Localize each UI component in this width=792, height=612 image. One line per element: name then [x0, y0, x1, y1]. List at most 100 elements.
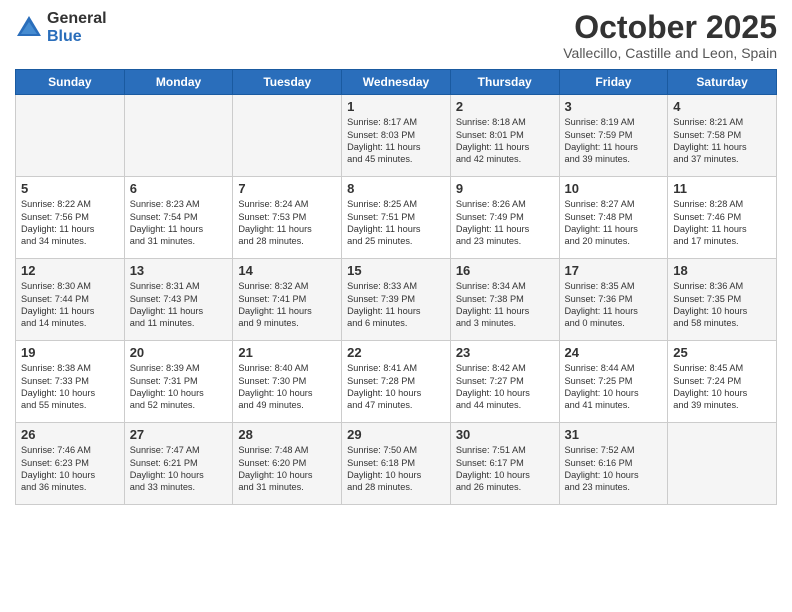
calendar-cell: [124, 95, 233, 177]
day-number: 20: [130, 345, 228, 360]
day-number: 31: [565, 427, 663, 442]
day-header-friday: Friday: [559, 70, 668, 95]
cell-info: Sunrise: 8:39 AM Sunset: 7:31 PM Dayligh…: [130, 362, 228, 412]
cell-info: Sunrise: 7:47 AM Sunset: 6:21 PM Dayligh…: [130, 444, 228, 494]
day-number: 15: [347, 263, 445, 278]
cell-info: Sunrise: 8:42 AM Sunset: 7:27 PM Dayligh…: [456, 362, 554, 412]
day-number: 3: [565, 99, 663, 114]
calendar-cell: 25 Sunrise: 8:45 AM Sunset: 7:24 PM Dayli…: [668, 341, 777, 423]
calendar-cell: 3 Sunrise: 8:19 AM Sunset: 7:59 PM Daylig…: [559, 95, 668, 177]
calendar-cell: 12 Sunrise: 8:30 AM Sunset: 7:44 PM Dayli…: [16, 259, 125, 341]
calendar-cell: 10Sunrise: 8:27 AM Sunset: 7:48 PM Dayli…: [559, 177, 668, 259]
calendar-cell: 7 Sunrise: 8:24 AM Sunset: 7:53 PM Daylig…: [233, 177, 342, 259]
calendar-cell: 21Sunrise: 8:40 AM Sunset: 7:30 PM Dayli…: [233, 341, 342, 423]
cell-info: Sunrise: 8:23 AM Sunset: 7:54 PM Dayligh…: [130, 198, 228, 248]
day-number: 16: [456, 263, 554, 278]
cell-info: Sunrise: 8:19 AM Sunset: 7:59 PM Dayligh…: [565, 116, 663, 166]
week-row-3: 19 Sunrise: 8:38 AM Sunset: 7:33 PM Dayli…: [16, 341, 777, 423]
calendar-cell: 29 Sunrise: 7:50 AM Sunset: 6:18 PM Dayli…: [342, 423, 451, 505]
calendar-cell: 16 Sunrise: 8:34 AM Sunset: 7:38 PM Dayli…: [450, 259, 559, 341]
cell-info: Sunrise: 8:32 AM Sunset: 7:41 PM Dayligh…: [238, 280, 336, 330]
page: General Blue October 2025 Vallecillo, Ca…: [0, 0, 792, 612]
day-number: 6: [130, 181, 228, 196]
day-number: 29: [347, 427, 445, 442]
day-number: 28: [238, 427, 336, 442]
cell-info: Sunrise: 7:50 AM Sunset: 6:18 PM Dayligh…: [347, 444, 445, 494]
cell-info: Sunrise: 8:31 AM Sunset: 7:43 PM Dayligh…: [130, 280, 228, 330]
calendar-cell: 23Sunrise: 8:42 AM Sunset: 7:27 PM Dayli…: [450, 341, 559, 423]
header-row: SundayMondayTuesdayWednesdayThursdayFrid…: [16, 70, 777, 95]
logo-general: General: [47, 10, 107, 28]
day-number: 22: [347, 345, 445, 360]
day-number: 13: [130, 263, 228, 278]
calendar-cell: 11 Sunrise: 8:28 AM Sunset: 7:46 PM Dayli…: [668, 177, 777, 259]
day-number: 4: [673, 99, 771, 114]
calendar-cell: 24 Sunrise: 8:44 AM Sunset: 7:25 PM Dayli…: [559, 341, 668, 423]
title-block: October 2025 Vallecillo, Castille and Le…: [563, 10, 777, 61]
cell-info: Sunrise: 7:52 AM Sunset: 6:16 PM Dayligh…: [565, 444, 663, 494]
cell-info: Sunrise: 8:30 AM Sunset: 7:44 PM Dayligh…: [21, 280, 119, 330]
cell-info: Sunrise: 8:22 AM Sunset: 7:56 PM Dayligh…: [21, 198, 119, 248]
day-header-thursday: Thursday: [450, 70, 559, 95]
cell-info: Sunrise: 7:48 AM Sunset: 6:20 PM Dayligh…: [238, 444, 336, 494]
day-number: 2: [456, 99, 554, 114]
cell-info: Sunrise: 7:51 AM Sunset: 6:17 PM Dayligh…: [456, 444, 554, 494]
calendar-cell: [668, 423, 777, 505]
week-row-0: 1 Sunrise: 8:17 AM Sunset: 8:03 PM Daylig…: [16, 95, 777, 177]
day-number: 8: [347, 181, 445, 196]
day-number: 19: [21, 345, 119, 360]
calendar-cell: 15Sunrise: 8:33 AM Sunset: 7:39 PM Dayli…: [342, 259, 451, 341]
calendar-cell: 17 Sunrise: 8:35 AM Sunset: 7:36 PM Dayli…: [559, 259, 668, 341]
cell-info: Sunrise: 8:34 AM Sunset: 7:38 PM Dayligh…: [456, 280, 554, 330]
day-number: 11: [673, 181, 771, 196]
day-number: 7: [238, 181, 336, 196]
day-number: 1: [347, 99, 445, 114]
cell-info: Sunrise: 8:35 AM Sunset: 7:36 PM Dayligh…: [565, 280, 663, 330]
logo-text: General Blue: [47, 10, 107, 45]
week-row-4: 26Sunrise: 7:46 AM Sunset: 6:23 PM Dayli…: [16, 423, 777, 505]
day-number: 17: [565, 263, 663, 278]
day-number: 25: [673, 345, 771, 360]
calendar-cell: 9Sunrise: 8:26 AM Sunset: 7:49 PM Daylig…: [450, 177, 559, 259]
calendar-cell: 6 Sunrise: 8:23 AM Sunset: 7:54 PM Daylig…: [124, 177, 233, 259]
calendar-cell: 4Sunrise: 8:21 AM Sunset: 7:58 PM Daylig…: [668, 95, 777, 177]
cell-info: Sunrise: 8:28 AM Sunset: 7:46 PM Dayligh…: [673, 198, 771, 248]
day-header-tuesday: Tuesday: [233, 70, 342, 95]
cell-info: Sunrise: 8:24 AM Sunset: 7:53 PM Dayligh…: [238, 198, 336, 248]
day-header-wednesday: Wednesday: [342, 70, 451, 95]
calendar-cell: 28 Sunrise: 7:48 AM Sunset: 6:20 PM Dayli…: [233, 423, 342, 505]
cell-info: Sunrise: 8:26 AM Sunset: 7:49 PM Dayligh…: [456, 198, 554, 248]
calendar-cell: 30 Sunrise: 7:51 AM Sunset: 6:17 PM Dayli…: [450, 423, 559, 505]
cell-info: Sunrise: 8:41 AM Sunset: 7:28 PM Dayligh…: [347, 362, 445, 412]
calendar-cell: 18Sunrise: 8:36 AM Sunset: 7:35 PM Dayli…: [668, 259, 777, 341]
month-title: October 2025: [563, 10, 777, 45]
day-number: 30: [456, 427, 554, 442]
cell-info: Sunrise: 8:38 AM Sunset: 7:33 PM Dayligh…: [21, 362, 119, 412]
cell-info: Sunrise: 7:46 AM Sunset: 6:23 PM Dayligh…: [21, 444, 119, 494]
week-row-2: 12 Sunrise: 8:30 AM Sunset: 7:44 PM Dayli…: [16, 259, 777, 341]
calendar-cell: 8Sunrise: 8:25 AM Sunset: 7:51 PM Daylig…: [342, 177, 451, 259]
calendar-cell: 20 Sunrise: 8:39 AM Sunset: 7:31 PM Dayli…: [124, 341, 233, 423]
calendar-cell: 19 Sunrise: 8:38 AM Sunset: 7:33 PM Dayli…: [16, 341, 125, 423]
calendar-cell: [16, 95, 125, 177]
day-number: 14: [238, 263, 336, 278]
day-number: 21: [238, 345, 336, 360]
day-number: 24: [565, 345, 663, 360]
day-number: 10: [565, 181, 663, 196]
day-header-monday: Monday: [124, 70, 233, 95]
cell-info: Sunrise: 8:45 AM Sunset: 7:24 PM Dayligh…: [673, 362, 771, 412]
calendar-cell: 13 Sunrise: 8:31 AM Sunset: 7:43 PM Dayli…: [124, 259, 233, 341]
cell-info: Sunrise: 8:17 AM Sunset: 8:03 PM Dayligh…: [347, 116, 445, 166]
calendar-cell: 22 Sunrise: 8:41 AM Sunset: 7:28 PM Dayli…: [342, 341, 451, 423]
day-header-saturday: Saturday: [668, 70, 777, 95]
logo-icon: [15, 14, 43, 42]
calendar-cell: 31 Sunrise: 7:52 AM Sunset: 6:16 PM Dayli…: [559, 423, 668, 505]
calendar-cell: 2 Sunrise: 8:18 AM Sunset: 8:01 PM Daylig…: [450, 95, 559, 177]
calendar-cell: 14 Sunrise: 8:32 AM Sunset: 7:41 PM Dayli…: [233, 259, 342, 341]
calendar-cell: [233, 95, 342, 177]
cell-info: Sunrise: 8:18 AM Sunset: 8:01 PM Dayligh…: [456, 116, 554, 166]
cell-info: Sunrise: 8:44 AM Sunset: 7:25 PM Dayligh…: [565, 362, 663, 412]
calendar-cell: 27Sunrise: 7:47 AM Sunset: 6:21 PM Dayli…: [124, 423, 233, 505]
week-row-1: 5Sunrise: 8:22 AM Sunset: 7:56 PM Daylig…: [16, 177, 777, 259]
day-number: 12: [21, 263, 119, 278]
